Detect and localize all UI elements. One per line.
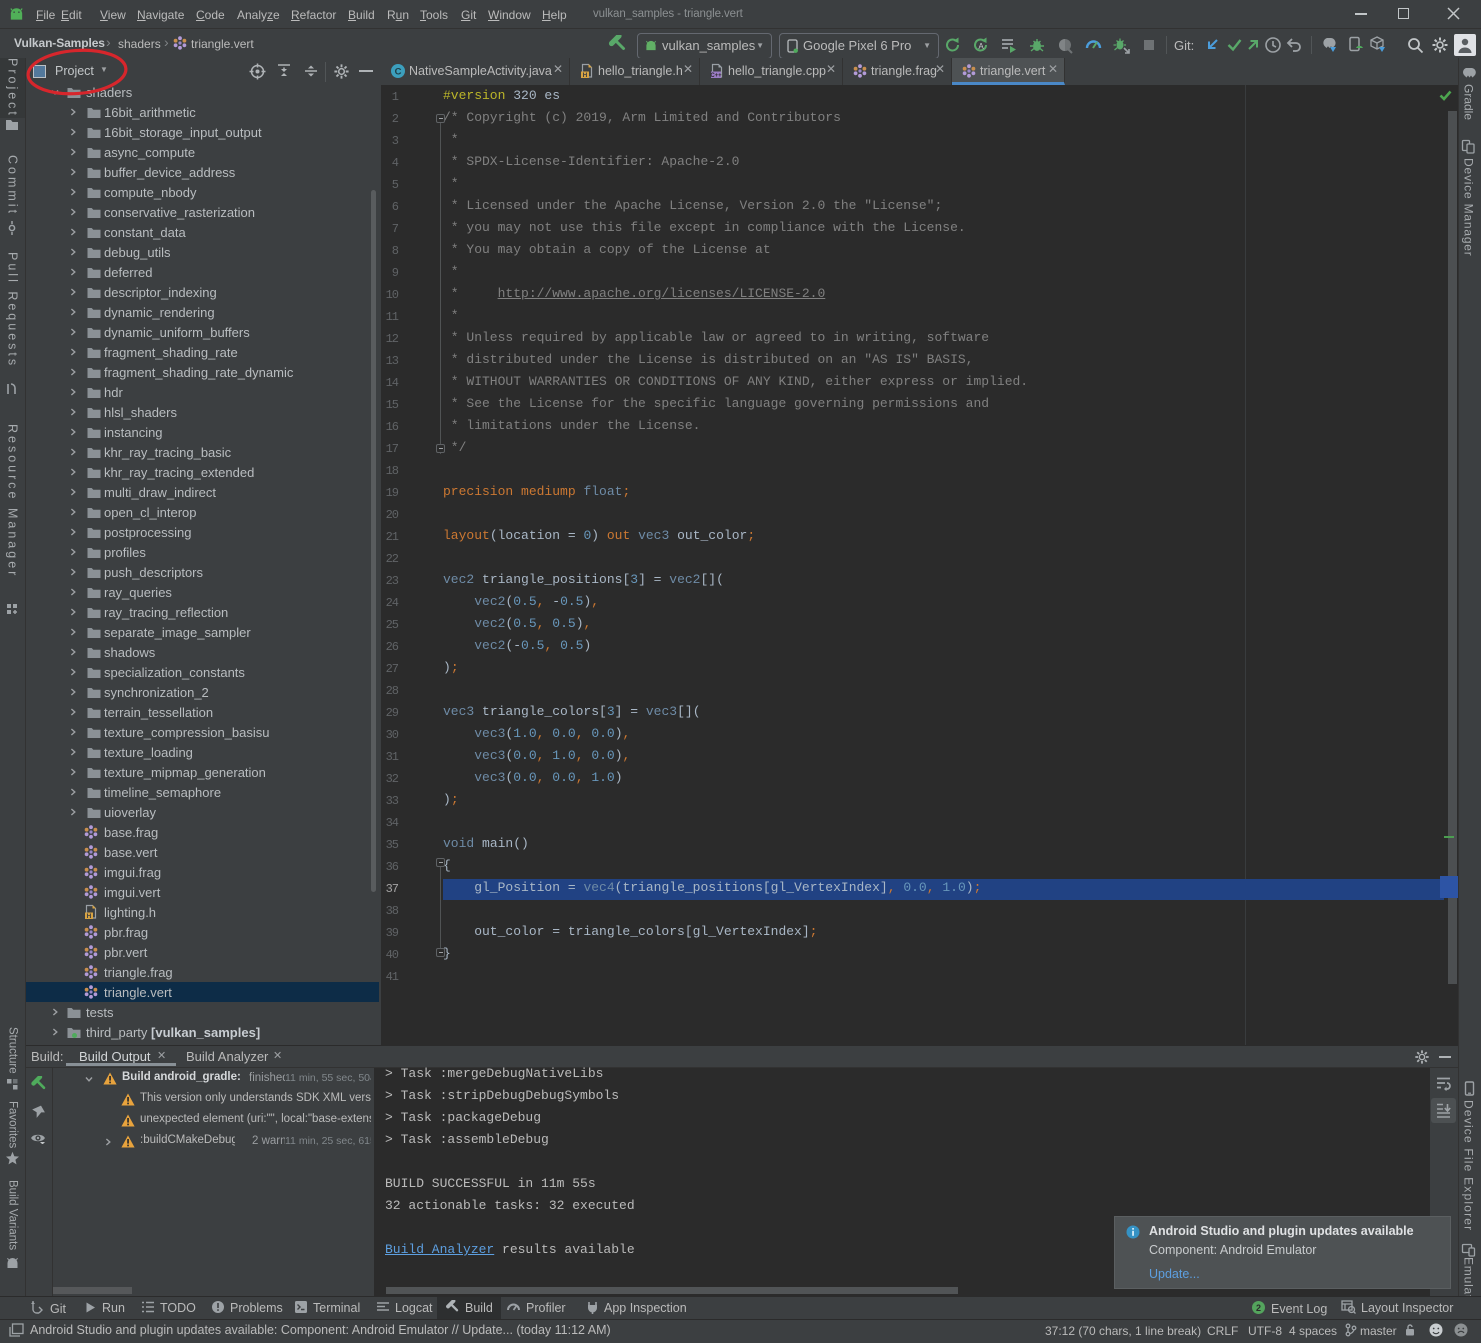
svg-text:2: 2: [1256, 1303, 1261, 1313]
svg-text:H: H: [583, 72, 588, 79]
svg-text:A: A: [978, 42, 984, 51]
svg-text:C: C: [395, 67, 402, 78]
svg-text:C++: C++: [710, 73, 722, 79]
svg-text:H: H: [87, 913, 92, 920]
